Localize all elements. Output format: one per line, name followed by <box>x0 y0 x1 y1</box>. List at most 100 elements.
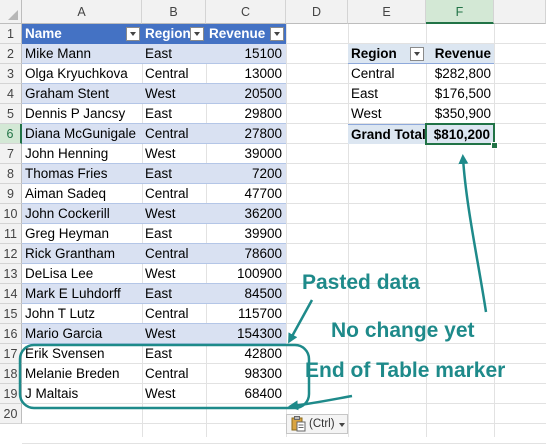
pivot-row-label[interactable]: East <box>348 84 426 104</box>
pivot-row-value[interactable]: $176,500 <box>426 84 494 104</box>
table-cell-region[interactable]: Central <box>142 184 206 204</box>
table-cell-revenue[interactable]: 154300 <box>206 324 286 344</box>
table-cell-name[interactable]: Dennis P Jancsy <box>22 104 142 124</box>
spreadsheet[interactable]: A B C D E F 1 2 3 4 5 6 7 8 9 10 11 12 13 14 15 16 17 18 1… <box>0 0 546 444</box>
row-header-4[interactable]: 4 <box>0 84 22 104</box>
filter-dropdown-icon[interactable] <box>270 27 284 41</box>
table-cell-region[interactable]: West <box>142 264 206 284</box>
table-cell-revenue[interactable]: 100900 <box>206 264 286 284</box>
table-cell-revenue[interactable]: 7200 <box>206 164 286 184</box>
table-cell-region[interactable]: West <box>142 84 206 104</box>
table-cell-revenue[interactable]: 27800 <box>206 124 286 144</box>
table-cell-region[interactable]: East <box>142 44 206 64</box>
pivot-filter-dropdown-icon[interactable] <box>410 47 424 61</box>
row-header-19[interactable]: 19 <box>0 384 22 404</box>
row-header-15[interactable]: 15 <box>0 304 22 324</box>
table-cell-region[interactable]: West <box>142 384 206 404</box>
table-cell-region[interactable]: Central <box>142 124 206 144</box>
table-cell-name[interactable]: Melanie Breden <box>22 364 142 384</box>
column-header-c[interactable]: C <box>206 0 286 24</box>
table-cell-revenue[interactable]: 98300 <box>206 364 286 384</box>
fill-handle[interactable] <box>491 142 498 149</box>
table-cell-region[interactable]: West <box>142 204 206 224</box>
row-header-18[interactable]: 18 <box>0 364 22 384</box>
table-cell-region[interactable]: Central <box>142 64 206 84</box>
row-header-8[interactable]: 8 <box>0 164 22 184</box>
table-header-revenue-cell[interactable]: Revenue <box>206 24 286 44</box>
table-cell-region[interactable]: Central <box>142 364 206 384</box>
table-cell-revenue[interactable]: 68400 <box>206 384 286 404</box>
table-cell-revenue[interactable]: 39000 <box>206 144 286 164</box>
table-cell-name[interactable]: John Cockerill <box>22 204 142 224</box>
table-cell-region[interactable]: Central <box>142 244 206 264</box>
table-cell-name[interactable]: Mike Mann <box>22 44 142 64</box>
row-header-1[interactable]: 1 <box>0 24 22 44</box>
row-header-14[interactable]: 14 <box>0 284 22 304</box>
pivot-header-revenue[interactable]: Revenue <box>426 44 494 64</box>
table-cell-name[interactable]: Rick Grantham <box>22 244 142 264</box>
filter-dropdown-icon[interactable] <box>126 27 140 41</box>
row-header-5[interactable]: 5 <box>0 104 22 124</box>
table-cell-name[interactable]: John Henning <box>22 144 142 164</box>
row-header-13[interactable]: 13 <box>0 264 22 284</box>
table-cell-region[interactable]: East <box>142 104 206 124</box>
row-header-20[interactable]: 20 <box>0 404 22 424</box>
table-cell-region[interactable]: West <box>142 144 206 164</box>
table-cell-name[interactable]: Mark E Luhdorff <box>22 284 142 304</box>
column-header-e[interactable]: E <box>348 0 426 24</box>
table-cell-region[interactable]: East <box>142 224 206 244</box>
table-cell-name[interactable]: DeLisa Lee <box>22 264 142 284</box>
table-cell-name[interactable]: John T Lutz <box>22 304 142 324</box>
pivot-row-value[interactable]: $350,900 <box>426 104 494 124</box>
table-cell-name[interactable]: Greg Heyman <box>22 224 142 244</box>
table-cell-revenue[interactable]: 84500 <box>206 284 286 304</box>
filter-dropdown-icon[interactable] <box>190 27 204 41</box>
row-header-6[interactable]: 6 <box>0 124 22 144</box>
table-cell-revenue[interactable]: 47700 <box>206 184 286 204</box>
table-cell-revenue[interactable]: 15100 <box>206 44 286 64</box>
table-cell-name[interactable]: Aiman Sadeq <box>22 184 142 204</box>
table-cell-name[interactable]: J Maltais <box>22 384 142 404</box>
table-cell-region[interactable]: East <box>142 344 206 364</box>
row-header-9[interactable]: 9 <box>0 184 22 204</box>
table-cell-region[interactable]: East <box>142 284 206 304</box>
table-cell-name[interactable]: Erik Svensen <box>22 344 142 364</box>
table-cell-revenue[interactable]: 13000 <box>206 64 286 84</box>
row-header-12[interactable]: 12 <box>0 244 22 264</box>
table-cell-name[interactable]: Olga Kryuchkova <box>22 64 142 84</box>
table-cell-name[interactable]: Thomas Fries <box>22 164 142 184</box>
active-cell-border <box>425 123 495 145</box>
row-header-10[interactable]: 10 <box>0 204 22 224</box>
table-cell-revenue[interactable]: 78600 <box>206 244 286 264</box>
table-cell-revenue[interactable]: 39900 <box>206 224 286 244</box>
pivot-row-value[interactable]: $282,800 <box>426 64 494 84</box>
pivot-grand-total-label[interactable]: Grand Total <box>348 124 426 144</box>
row-header-2[interactable]: 2 <box>0 44 22 64</box>
table-header-name-cell[interactable]: Name <box>22 24 142 44</box>
column-header-f[interactable]: F <box>426 0 494 24</box>
row-header-11[interactable]: 11 <box>0 224 22 244</box>
table-header-region-cell[interactable]: Region <box>142 24 206 44</box>
table-cell-region[interactable]: East <box>142 164 206 184</box>
table-cell-revenue[interactable]: 36200 <box>206 204 286 224</box>
pivot-header-region-cell[interactable]: Region <box>348 44 426 64</box>
pivot-row-label[interactable]: Central <box>348 64 426 84</box>
table-cell-revenue[interactable]: 42800 <box>206 344 286 364</box>
table-cell-name[interactable]: Mario Garcia <box>22 324 142 344</box>
table-cell-revenue[interactable]: 20500 <box>206 84 286 104</box>
column-header-a[interactable]: A <box>22 0 142 24</box>
row-header-7[interactable]: 7 <box>0 144 22 164</box>
table-cell-name[interactable]: Graham Stent <box>22 84 142 104</box>
table-cell-region[interactable]: West <box>142 324 206 344</box>
row-header-3[interactable]: 3 <box>0 64 22 84</box>
table-cell-revenue[interactable]: 29800 <box>206 104 286 124</box>
table-cell-name[interactable]: Diana McGunigale <box>22 124 142 144</box>
column-header-b[interactable]: B <box>142 0 206 24</box>
paste-options-button[interactable]: (Ctrl) <box>286 414 348 434</box>
table-cell-revenue[interactable]: 115700 <box>206 304 286 324</box>
pivot-row-label[interactable]: West <box>348 104 426 124</box>
table-cell-region[interactable]: Central <box>142 304 206 324</box>
row-header-16[interactable]: 16 <box>0 324 22 344</box>
column-header-d[interactable]: D <box>286 0 348 24</box>
row-header-17[interactable]: 17 <box>0 344 22 364</box>
